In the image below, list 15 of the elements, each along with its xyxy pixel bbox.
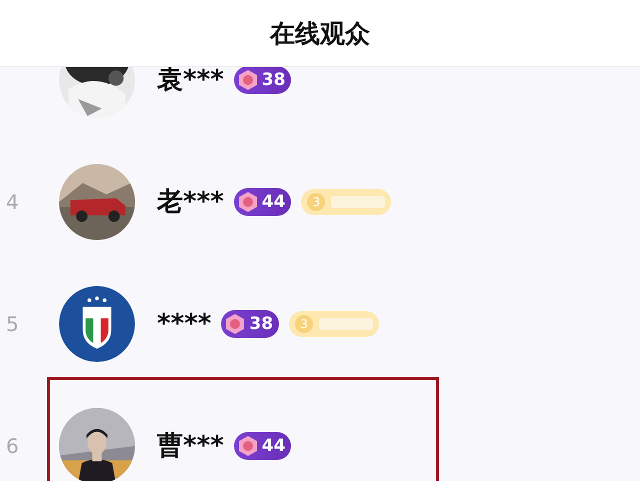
rank-number: 4 bbox=[5, 190, 20, 214]
viewer-name[interactable]: 老*** bbox=[157, 189, 224, 215]
rank-number: 6 bbox=[5, 434, 20, 458]
level-badge: 38 bbox=[234, 66, 292, 94]
shield-icon bbox=[59, 286, 135, 362]
viewer-name[interactable]: **** bbox=[157, 311, 212, 337]
viewer-name[interactable]: 袁*** bbox=[157, 67, 224, 93]
level-badge: 38 bbox=[221, 310, 280, 338]
rank-number: 5 bbox=[5, 312, 20, 336]
page-title: 在线观众 bbox=[270, 18, 370, 50]
fan-badge: 3 bbox=[301, 189, 392, 215]
level-badge: 44 bbox=[234, 432, 292, 460]
viewer-name[interactable]: 曹*** bbox=[157, 433, 224, 459]
level-badge: 44 bbox=[234, 188, 292, 216]
fan-badge: 3 bbox=[289, 311, 380, 337]
